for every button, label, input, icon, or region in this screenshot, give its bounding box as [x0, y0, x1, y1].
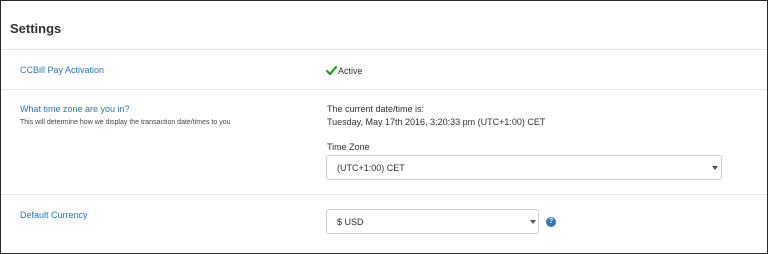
- row-divider: [1, 89, 767, 90]
- row-divider: [1, 194, 767, 195]
- question-circle-icon[interactable]: ?: [546, 217, 556, 227]
- timezone-select[interactable]: (UTC+1:00) CET: [326, 155, 722, 180]
- timezone-label[interactable]: What time zone are you in?: [20, 104, 130, 114]
- page-title: Settings: [10, 21, 62, 36]
- ccbill-status-text: Active: [338, 66, 363, 76]
- settings-header: Settings: [1, 1, 767, 50]
- chevron-down-icon: [712, 166, 718, 170]
- chevron-down-icon: [530, 220, 536, 224]
- current-datetime-label: The current date/time is:: [327, 104, 425, 114]
- timezone-helper-text: This will determine how we display the t…: [20, 119, 231, 126]
- default-currency-label[interactable]: Default Currency: [20, 210, 88, 220]
- settings-panel: Settings CCBill Pay Activation Active Wh…: [0, 0, 768, 254]
- checkmark-icon: [326, 66, 337, 75]
- currency-select[interactable]: $ USD: [326, 209, 539, 234]
- currency-select-value: $ USD: [337, 217, 364, 227]
- timezone-select-value: (UTC+1:00) CET: [337, 163, 405, 173]
- ccbill-activation-label[interactable]: CCBill Pay Activation: [20, 65, 104, 75]
- timezone-select-label: Time Zone: [327, 142, 370, 152]
- current-datetime-value: Tuesday, May 17th 2016, 3:20:33 pm (UTC+…: [327, 117, 546, 127]
